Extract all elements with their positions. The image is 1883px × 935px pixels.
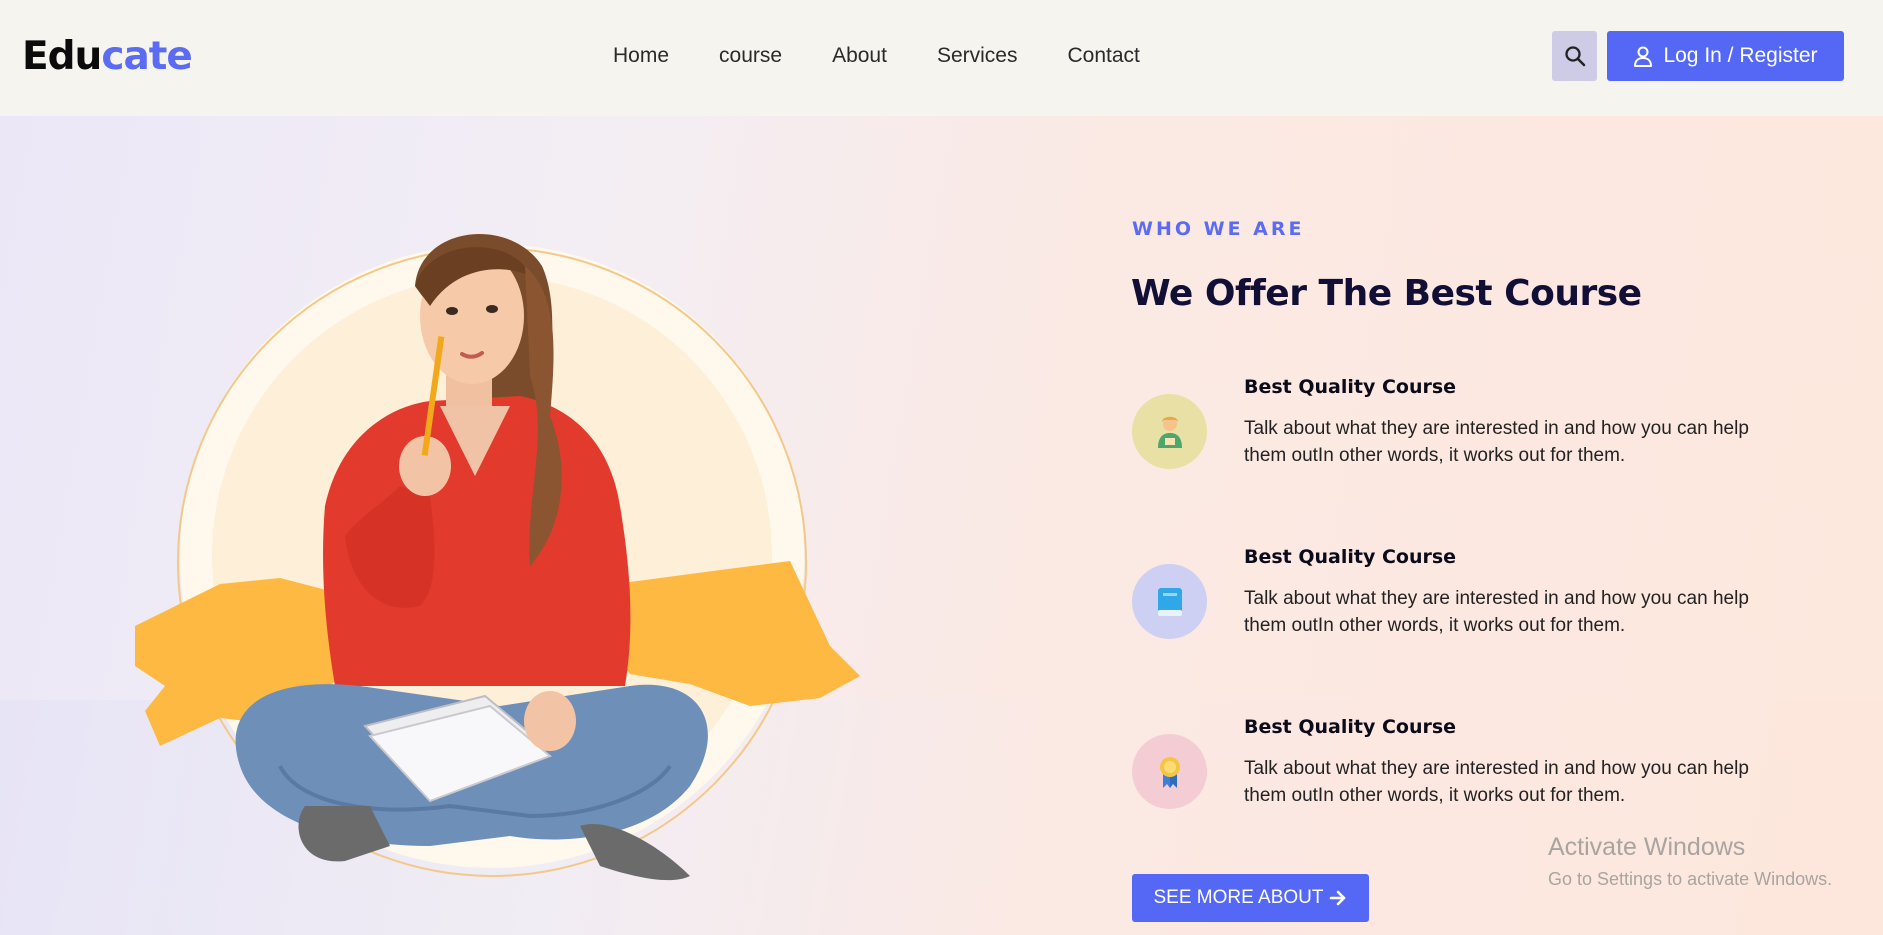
logo-part1: Edu — [22, 34, 102, 79]
see-more-about-button[interactable]: SEE MORE ABOUT — [1132, 874, 1369, 922]
award-icon — [1159, 756, 1180, 788]
arrow-right-icon — [1330, 890, 1346, 906]
student-icon — [1157, 416, 1182, 448]
nav-item-services[interactable]: Services — [937, 42, 1018, 72]
watermark-line1: Activate Windows — [1548, 833, 1746, 861]
feature-description: Talk about what they are interested in a… — [1244, 418, 1749, 466]
login-register-button[interactable]: Log In / Register — [1607, 31, 1844, 81]
feature-item: Best Quality Course Talk about what they… — [1132, 374, 1772, 484]
feature-item: Best Quality Course Talk about what they… — [1132, 714, 1772, 824]
section-title: We Offer The Best Course — [1131, 273, 1642, 314]
nav-item-about[interactable]: About — [832, 42, 887, 72]
user-icon — [1634, 46, 1653, 67]
feature-title: Best Quality Course — [1244, 716, 1457, 738]
section-eyebrow: WHO WE ARE — [1132, 218, 1305, 240]
search-button[interactable] — [1552, 31, 1597, 81]
feature-icon-circle — [1132, 394, 1207, 469]
about-section: WHO WE ARE We Offer The Best Course Best… — [0, 116, 1883, 935]
feature-description: Talk about what they are interested in a… — [1244, 758, 1749, 806]
feature-item: Best Quality Course Talk about what they… — [1132, 544, 1772, 654]
nav-item-course[interactable]: course — [719, 42, 782, 72]
feature-title: Best Quality Course — [1244, 376, 1457, 398]
see-more-about-label: SEE MORE ABOUT — [1153, 887, 1324, 908]
main-nav: Home course About Services Contact — [613, 42, 1190, 72]
search-icon — [1564, 46, 1585, 67]
watermark-line2: Go to Settings to activate Windows. — [1548, 869, 1833, 889]
feature-title: Best Quality Course — [1244, 546, 1457, 568]
login-register-label: Log In / Register — [1663, 44, 1818, 67]
feature-description: Talk about what they are interested in a… — [1244, 588, 1749, 636]
student-illustration — [135, 233, 860, 881]
nav-item-contact[interactable]: Contact — [1067, 42, 1139, 72]
feature-icon-circle — [1132, 734, 1207, 809]
site-header: Educate Home course About Services Conta… — [0, 0, 1883, 116]
logo-part2: cate — [101, 34, 193, 79]
windows-activation-watermark: Activate Windows Go to Settings to activ… — [1548, 832, 1832, 892]
nav-item-home[interactable]: Home — [613, 42, 669, 72]
feature-icon-circle — [1132, 564, 1207, 639]
book-icon — [1157, 587, 1182, 616]
logo[interactable]: Educate — [22, 33, 193, 81]
